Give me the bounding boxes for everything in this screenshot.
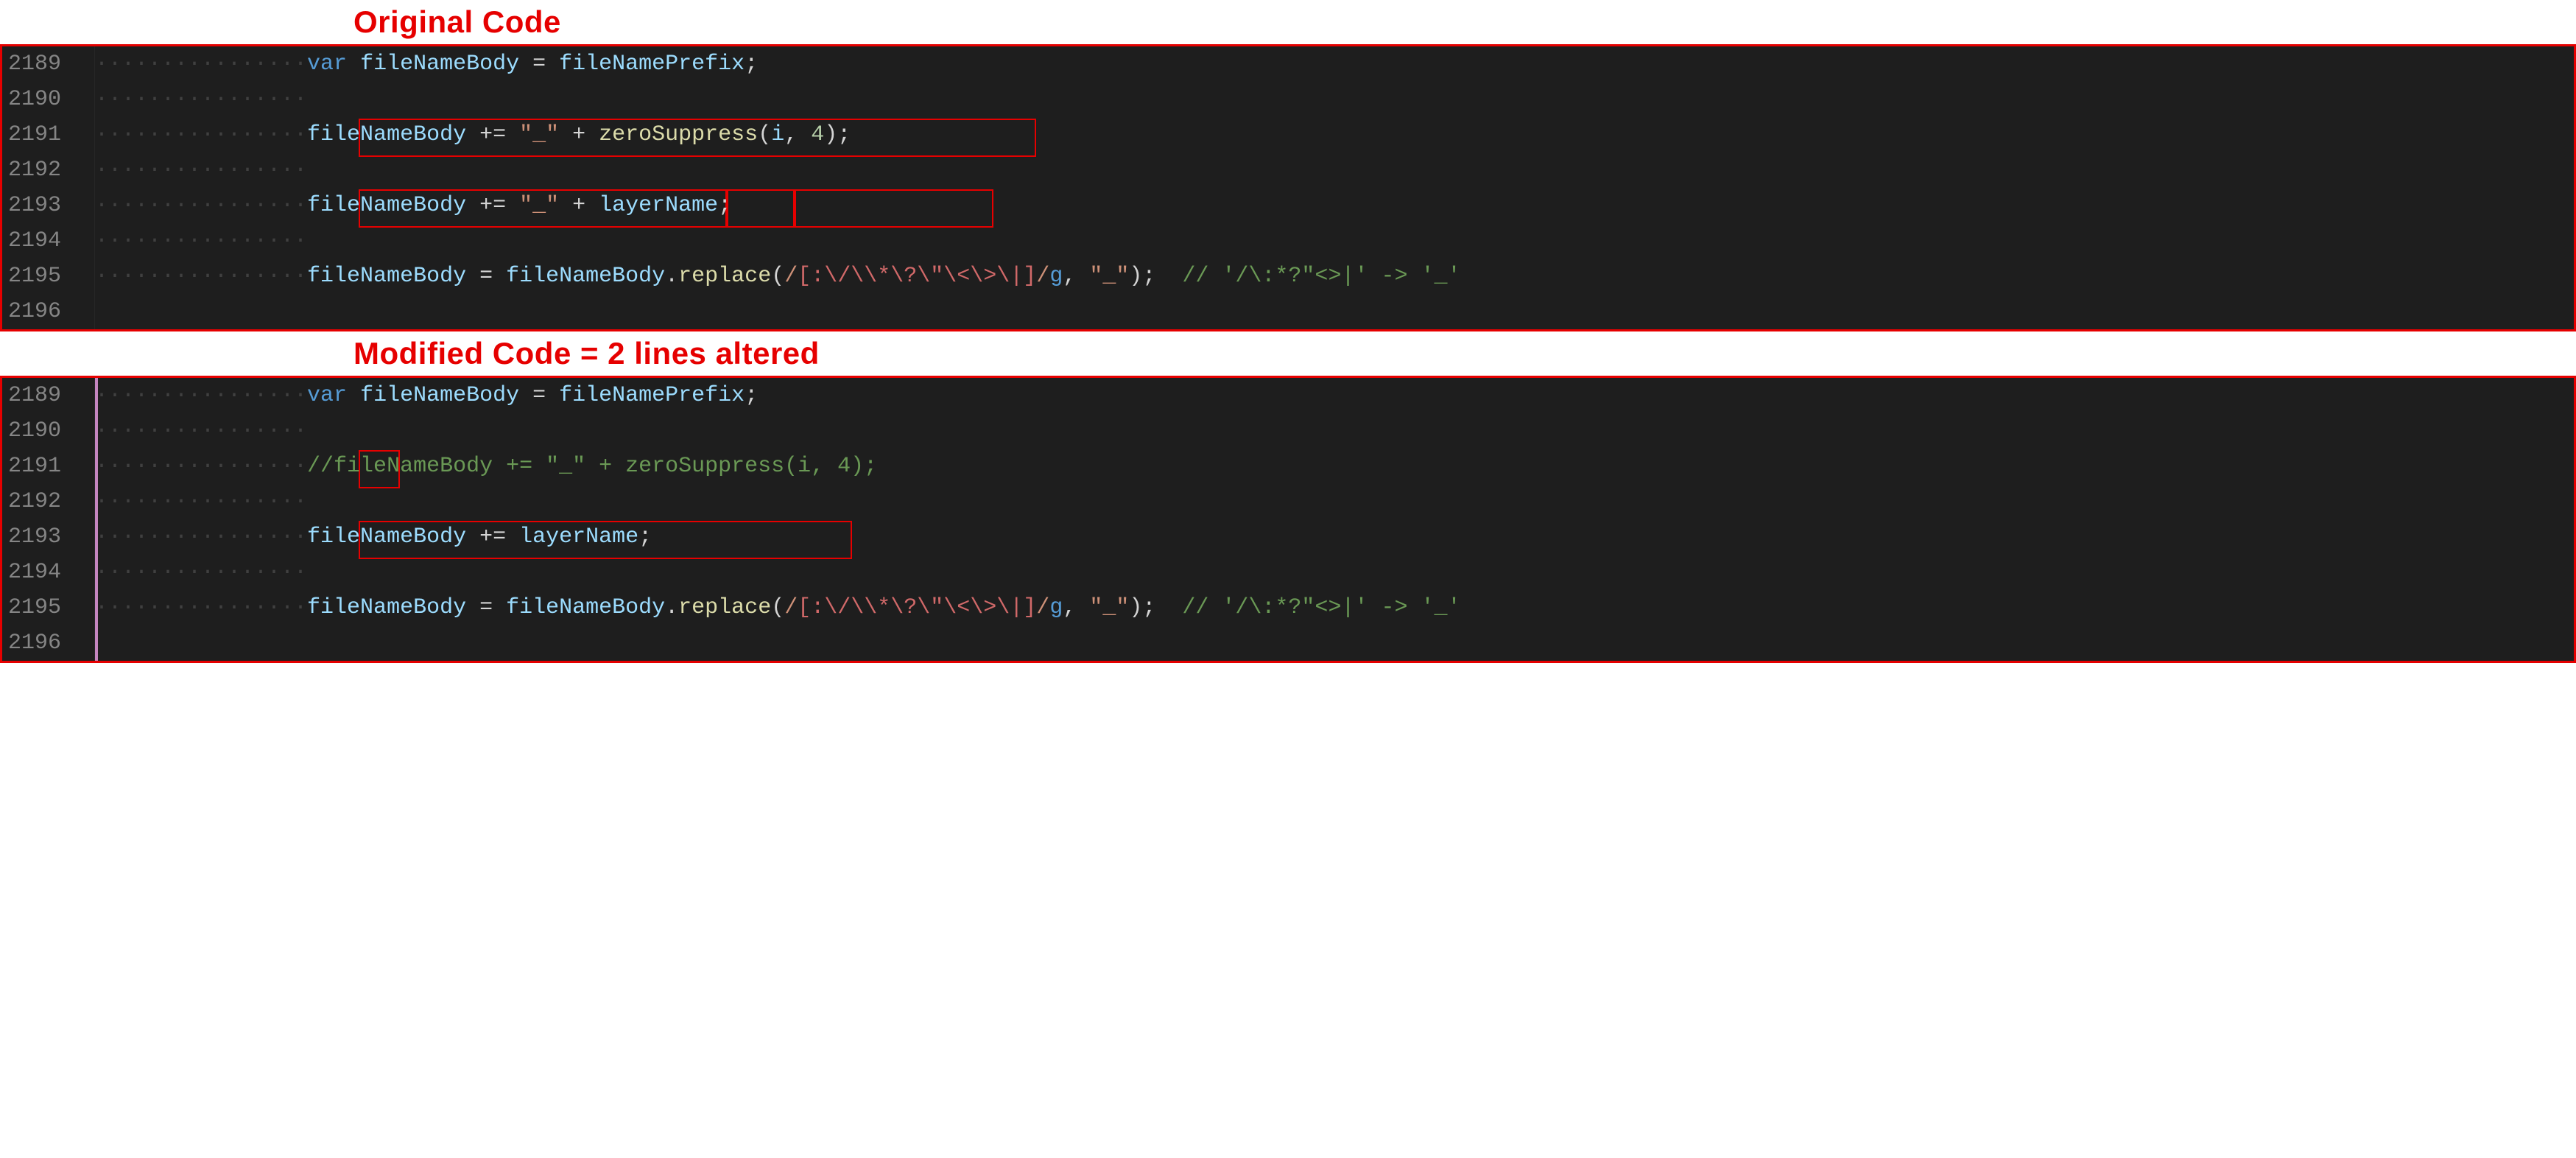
code-text[interactable]: ················var fileNameBody = fileN… [95,46,2574,82]
line-number: 2193 [2,188,74,223]
code-text[interactable]: ················fileNameBody = fileNameB… [95,259,2574,294]
fold-gutter [74,484,95,519]
code-text[interactable]: ················ [95,555,2574,590]
heading-modified: Modified Code = 2 lines altered [0,331,2576,376]
code-text[interactable]: ················fileNameBody += "_" + ze… [95,117,2574,152]
fold-gutter [74,555,95,590]
code-line[interactable]: 2189 ················var fileNameBody = … [2,46,2574,82]
code-line[interactable]: 2191 ················fileNameBody += "_"… [2,117,2574,152]
line-number: 2195 [2,259,74,294]
code-line[interactable]: 2189 ················var fileNameBody = … [2,378,2574,413]
code-text[interactable]: ················//fileNameBody += "_" + … [95,449,2574,484]
code-text[interactable]: ················ [95,484,2574,519]
code-line[interactable]: 2192 ················ [2,484,2574,519]
line-number: 2189 [2,378,74,413]
line-number: 2191 [2,449,74,484]
code-text[interactable] [95,294,2574,329]
fold-gutter [74,590,95,625]
code-line[interactable]: 2190 ················ [2,82,2574,117]
fold-gutter [74,152,95,188]
line-number: 2191 [2,117,74,152]
code-line[interactable]: 2193 ················fileNameBody += lay… [2,519,2574,555]
line-number: 2190 [2,413,74,449]
fold-gutter [74,378,95,413]
line-number: 2192 [2,152,74,188]
code-text[interactable]: ················ [95,223,2574,259]
line-number: 2190 [2,82,74,117]
fold-gutter [74,188,95,223]
code-line[interactable]: 2191 ················//fileNameBody += "… [2,449,2574,484]
code-text[interactable]: ················fileNameBody += layerNam… [95,519,2574,555]
fold-gutter [74,117,95,152]
fold-gutter [74,625,95,661]
code-line[interactable]: 2195 ················fileNameBody = file… [2,259,2574,294]
code-line[interactable]: 2194 ················ [2,223,2574,259]
line-number: 2193 [2,519,74,555]
fold-gutter [74,82,95,117]
line-number: 2192 [2,484,74,519]
code-line[interactable]: 2196 [2,625,2574,661]
code-text[interactable]: ················ [95,82,2574,117]
fold-gutter [74,519,95,555]
fold-gutter [74,223,95,259]
code-line[interactable]: 2196 [2,294,2574,329]
line-number: 2195 [2,590,74,625]
code-line[interactable]: 2194 ················ [2,555,2574,590]
line-number: 2196 [2,294,74,329]
line-number: 2196 [2,625,74,661]
editor-modified: 2189 ················var fileNameBody = … [0,376,2576,663]
editor-original: 2189 ················var fileNameBody = … [0,44,2576,331]
code-text[interactable] [95,625,2574,661]
code-line[interactable]: 2192 ················ [2,152,2574,188]
fold-gutter [74,413,95,449]
code-text[interactable]: ················fileNameBody += "_" + la… [95,188,2574,223]
code-text[interactable]: ················ [95,413,2574,449]
code-line[interactable]: 2193 ················fileNameBody += "_"… [2,188,2574,223]
fold-gutter [74,46,95,82]
fold-gutter [74,449,95,484]
code-text[interactable]: ················fileNameBody = fileNameB… [95,590,2574,625]
line-number: 2189 [2,46,74,82]
fold-gutter [74,259,95,294]
code-line[interactable]: 2190 ················ [2,413,2574,449]
code-text[interactable]: ················var fileNameBody = fileN… [95,378,2574,413]
code-line[interactable]: 2195 ················fileNameBody = file… [2,590,2574,625]
code-text[interactable]: ················ [95,152,2574,188]
line-number: 2194 [2,223,74,259]
heading-original: Original Code [0,0,2576,44]
line-number: 2194 [2,555,74,590]
fold-gutter [74,294,95,329]
